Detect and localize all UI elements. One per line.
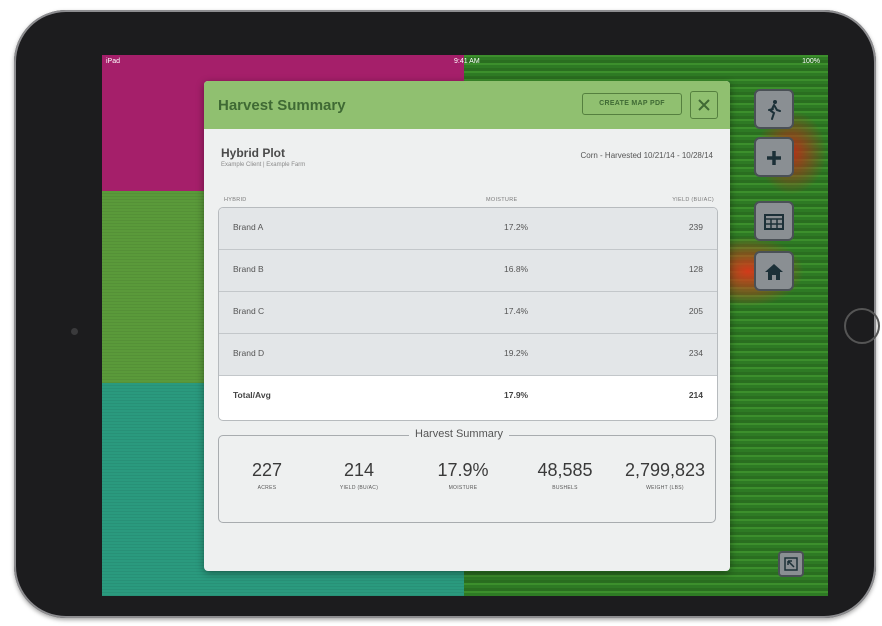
- create-map-pdf-button[interactable]: CREATE MAP PDF: [582, 93, 682, 115]
- add-button[interactable]: [754, 137, 794, 177]
- stat-label: BUSHELS: [552, 485, 578, 491]
- plot-subtitle: Example Client | Example Farm: [221, 162, 306, 168]
- column-header-hybrid: HYBRID: [224, 197, 247, 203]
- moisture-cell: 17.4%: [504, 306, 529, 316]
- stat-yield: 214 YIELD (BU/AC): [311, 460, 407, 491]
- hybrid-table: Brand A 17.2% 239 Brand B 16.8% 128 Bran…: [218, 207, 718, 421]
- status-carrier: iPad: [106, 58, 121, 65]
- walk-icon: [768, 100, 781, 120]
- stat-value: 227: [251, 460, 283, 480]
- yield-cell: 128: [688, 264, 703, 274]
- hybrid-cell: Brand B: [233, 264, 264, 274]
- harvest-summary-modal: Harvest Summary CREATE MAP PDF Hybrid Pl…: [204, 81, 730, 571]
- plot-name: Hybrid Plot: [221, 146, 286, 160]
- stat-label: ACRES: [257, 485, 277, 491]
- stat-label: YIELD (BU/AC): [339, 485, 379, 491]
- yield-cell: 214: [688, 390, 703, 400]
- table-row[interactable]: Brand D 19.2% 234: [219, 334, 717, 376]
- stat-bushels: 48,585 BUSHELS: [517, 460, 613, 491]
- yield-cell: 239: [688, 222, 703, 232]
- status-bar: iPad 9:41 AM 100%: [102, 55, 828, 68]
- collapse-button[interactable]: [778, 551, 804, 577]
- crop-info: Corn - Harvested 10/21/14 - 10/28/14: [580, 151, 713, 160]
- stat-value: 17.9%: [437, 460, 489, 480]
- summary-title: Harvest Summary: [409, 428, 510, 440]
- ipad-frame: iPad 9:41 AM 100% Harvest Summary CREATE…: [14, 10, 880, 618]
- moisture-cell: 17.9%: [504, 390, 529, 400]
- stat-value: 48,585: [537, 460, 593, 480]
- close-button[interactable]: [690, 91, 718, 119]
- yield-cell: 234: [688, 348, 703, 358]
- stat-label: MOISTURE: [448, 485, 478, 491]
- calendar-icon: [764, 214, 784, 230]
- status-time: 9:41 AM: [454, 58, 480, 65]
- hybrid-cell: Brand D: [233, 348, 265, 358]
- moisture-cell: 17.2%: [504, 222, 529, 232]
- table-row[interactable]: Brand A 17.2% 239: [219, 208, 717, 250]
- column-header-yield: YIELD (BU/AC): [672, 197, 714, 203]
- hybrid-cell: Total/Avg: [233, 390, 271, 400]
- moisture-cell: 16.8%: [504, 264, 529, 274]
- column-header-moisture: MOISTURE: [486, 197, 518, 203]
- harvest-summary-panel: Harvest Summary 227 ACRES 214 YIELD (BU/…: [218, 428, 716, 523]
- home-button[interactable]: [754, 251, 794, 291]
- hybrid-cell: Brand A: [233, 222, 264, 232]
- table-row[interactable]: Brand B 16.8% 128: [219, 250, 717, 292]
- app-screen: iPad 9:41 AM 100% Harvest Summary CREATE…: [102, 55, 828, 596]
- stat-value: 214: [343, 460, 375, 480]
- status-battery: 100%: [802, 58, 820, 65]
- stat-weight: 2,799,823 WEIGHT (LBS): [615, 460, 715, 491]
- modal-header: Harvest Summary CREATE MAP PDF: [204, 81, 730, 129]
- yield-cell: 205: [688, 306, 703, 316]
- total-row: Total/Avg 17.9% 214: [219, 376, 717, 418]
- hybrid-cell: Brand C: [233, 306, 265, 316]
- modal-title: Harvest Summary: [218, 97, 346, 114]
- stat-value: 2,799,823: [624, 460, 706, 480]
- walk-button[interactable]: [754, 89, 794, 129]
- calendar-button[interactable]: [754, 201, 794, 241]
- stat-acres: 227 ACRES: [219, 460, 315, 491]
- home-hardware-button[interactable]: [844, 308, 880, 344]
- collapse-icon: [784, 557, 798, 571]
- moisture-cell: 19.2%: [504, 348, 529, 358]
- stat-moisture: 17.9% MOISTURE: [415, 460, 511, 491]
- front-camera: [71, 328, 78, 335]
- close-icon: [698, 99, 710, 111]
- stat-label: WEIGHT (LBS): [646, 485, 684, 491]
- plus-icon: [767, 151, 781, 165]
- home-icon: [765, 264, 783, 280]
- table-row[interactable]: Brand C 17.4% 205: [219, 292, 717, 334]
